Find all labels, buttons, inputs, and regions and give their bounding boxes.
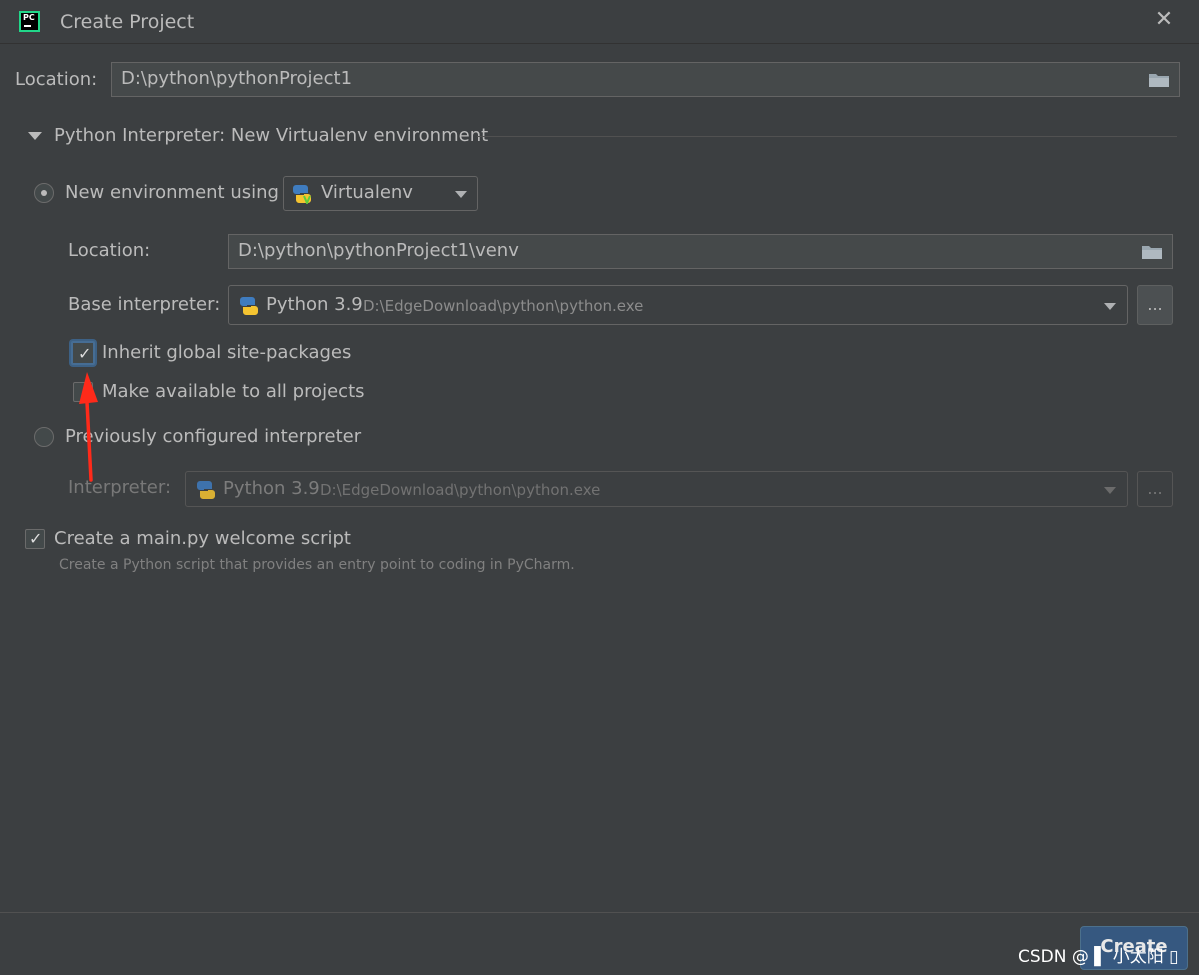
interpreter-browse-button[interactable]: ... bbox=[1137, 471, 1173, 507]
section-separator bbox=[477, 136, 1177, 137]
interpreter-path: D:\EdgeDownload\python\python.exe bbox=[320, 481, 601, 499]
previously-configured-radio[interactable] bbox=[34, 427, 54, 447]
venv-location-input[interactable]: D:\python\pythonProject1\venv bbox=[228, 234, 1173, 269]
interpreter-name: Python 3.9 bbox=[223, 478, 320, 499]
previously-configured-label[interactable]: Previously configured interpreter bbox=[65, 426, 361, 447]
inherit-packages-label[interactable]: Inherit global site-packages bbox=[102, 342, 351, 363]
environment-tool-value: Virtualenv bbox=[321, 182, 413, 203]
chevron-down-icon bbox=[455, 191, 467, 198]
project-location-input[interactable]: D:\python\pythonProject1 bbox=[111, 62, 1180, 97]
base-interpreter-path: D:\EdgeDownload\python\python.exe bbox=[363, 297, 644, 315]
python-icon bbox=[197, 481, 215, 499]
base-interpreter-browse-button[interactable]: ... bbox=[1137, 285, 1173, 325]
project-location-value: D:\python\pythonProject1 bbox=[121, 68, 353, 89]
interpreter-select[interactable]: Python 3.9 D:\EdgeDownload\python\python… bbox=[185, 471, 1128, 507]
collapse-triangle-icon[interactable] bbox=[28, 132, 42, 140]
watermark-text: CSDN @ ▌ 小太阳 ▯ bbox=[1018, 947, 1179, 967]
base-interpreter-name: Python 3.9 bbox=[266, 294, 363, 315]
annotation-arrow-icon bbox=[79, 372, 98, 482]
base-interpreter-label: Base interpreter: bbox=[68, 294, 221, 315]
checkmark-icon: ✓ bbox=[78, 344, 92, 363]
pycharm-icon: PC bbox=[19, 11, 40, 32]
new-environment-label[interactable]: New environment using bbox=[65, 182, 279, 203]
folder-icon[interactable] bbox=[1141, 244, 1163, 260]
project-location-label: Location: bbox=[15, 69, 98, 90]
interpreter-section-title[interactable]: Python Interpreter: New Virtualenv envir… bbox=[54, 125, 488, 146]
base-interpreter-select[interactable]: Python 3.9 D:\EdgeDownload\python\python… bbox=[228, 285, 1128, 325]
chevron-down-icon bbox=[1104, 303, 1116, 310]
welcome-script-hint: Create a Python script that provides an … bbox=[59, 557, 575, 573]
new-environment-radio[interactable] bbox=[34, 183, 54, 203]
python-icon bbox=[240, 297, 258, 315]
venv-location-value: D:\python\pythonProject1\venv bbox=[238, 240, 519, 261]
virtualenv-icon bbox=[293, 185, 311, 204]
checkmark-icon: ✓ bbox=[29, 529, 43, 548]
chevron-down-icon bbox=[1104, 487, 1116, 494]
window-title: Create Project bbox=[60, 11, 195, 33]
welcome-script-checkbox[interactable]: ✓ bbox=[25, 529, 45, 549]
venv-location-label: Location: bbox=[68, 240, 151, 261]
make-available-label[interactable]: Make available to all projects bbox=[102, 381, 365, 402]
close-icon[interactable]: ✕ bbox=[1150, 6, 1178, 34]
environment-tool-select[interactable]: Virtualenv bbox=[283, 176, 478, 211]
welcome-script-label[interactable]: Create a main.py welcome script bbox=[54, 528, 351, 549]
inherit-packages-checkbox[interactable]: ✓ bbox=[71, 341, 95, 365]
folder-icon[interactable] bbox=[1148, 72, 1170, 88]
